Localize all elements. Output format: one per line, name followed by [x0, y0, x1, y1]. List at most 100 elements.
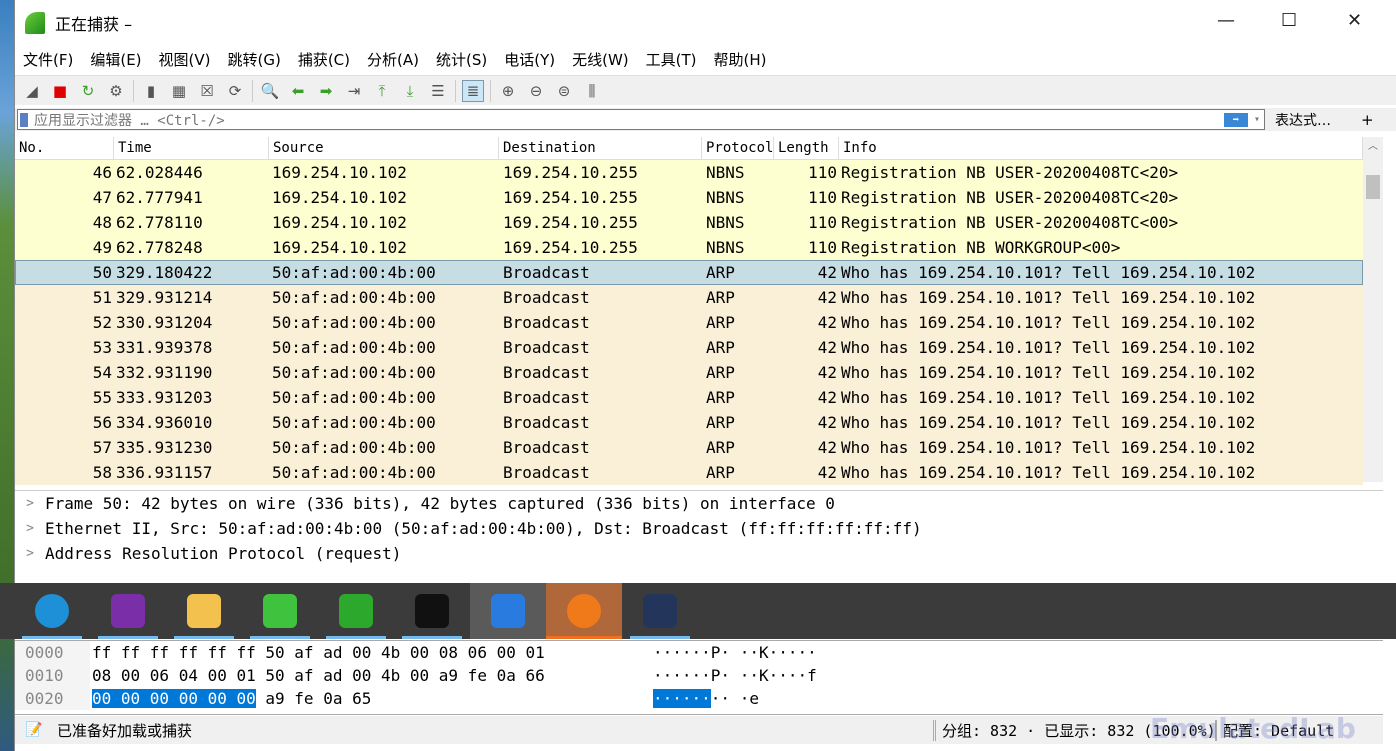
column-time[interactable]: Time: [114, 137, 269, 159]
packet-row[interactable]: 54 332.931190 50:af:ad:00:4b:00 Broadcast AR…: [15, 360, 1363, 385]
menu-item[interactable]: 分析(A): [367, 49, 419, 70]
packet-row[interactable]: 53 331.939378 50:af:ad:00:4b:00 Broadcast AR…: [15, 335, 1363, 360]
packet-row[interactable]: 47 62.777941 169.254.10.102 169.254.10.255 N…: [15, 185, 1363, 210]
filter-dropdown-icon[interactable]: ▾: [1254, 114, 1260, 125]
menu-item[interactable]: 帮助(H): [714, 49, 767, 70]
zoom-reset-icon[interactable]: ⊜: [553, 80, 575, 102]
add-filter-button[interactable]: +: [1361, 111, 1374, 129]
resize-columns-icon[interactable]: ⫼: [581, 80, 603, 102]
column-no[interactable]: No.: [15, 137, 114, 159]
hex-bytes[interactable]: 08 00 06 04 00 01 50 af ad 00 4b 00 a9 f…: [90, 664, 650, 687]
save-icon[interactable]: ▦: [168, 80, 190, 102]
packet-list-scrollbar[interactable]: ︿: [1363, 137, 1383, 482]
goto-icon[interactable]: ⇥: [343, 80, 365, 102]
packet-row[interactable]: 52 330.931204 50:af:ad:00:4b:00 Broadcast AR…: [15, 310, 1363, 335]
hex-bytes[interactable]: 00 00 00 00 00 00 a9 fe 0a 65: [90, 687, 650, 710]
packet-row[interactable]: 46 62.028446 169.254.10.102 169.254.10.255 N…: [15, 160, 1363, 185]
packet-row[interactable]: 58 336.931157 50:af:ad:00:4b:00 Broadcast AR…: [15, 460, 1363, 485]
shark-fin-icon[interactable]: ◢: [21, 80, 43, 102]
find-icon[interactable]: 🔍: [259, 80, 281, 102]
column-destination[interactable]: Destination: [499, 137, 702, 159]
packet-row[interactable]: 55 333.931203 50:af:ad:00:4b:00 Broadcast AR…: [15, 385, 1363, 410]
column-info[interactable]: Info: [839, 137, 1363, 159]
packet-row[interactable]: 57 335.931230 50:af:ad:00:4b:00 Broadcast AR…: [15, 435, 1363, 460]
menu-item[interactable]: 视图(V): [159, 49, 211, 70]
menu-item[interactable]: 统计(S): [436, 49, 487, 70]
minimize-button[interactable]: —: [1217, 10, 1235, 31]
stop-icon[interactable]: ■: [49, 80, 71, 102]
expand-icon[interactable]: >: [15, 491, 45, 516]
menu-item[interactable]: 捕获(C): [298, 49, 350, 70]
column-source[interactable]: Source: [269, 137, 499, 159]
taskbar-eye-app[interactable]: [318, 583, 394, 639]
expression-button[interactable]: 表达式…: [1275, 110, 1331, 130]
menu-item[interactable]: 跳转(G): [228, 49, 281, 70]
forward-icon[interactable]: ➡: [315, 80, 337, 102]
hex-ascii[interactable]: ········ ·e: [653, 687, 759, 710]
packet-dst: 169.254.10.255: [503, 238, 638, 257]
expert-info-icon[interactable]: 📝: [25, 722, 42, 738]
restart-icon[interactable]: ↻: [77, 80, 99, 102]
bookmark-icon[interactable]: [20, 112, 28, 127]
filter-placeholder: 应用显示过滤器 … <Ctrl-/>: [34, 112, 225, 129]
display-filter-input[interactable]: 应用显示过滤器 … <Ctrl-/> ➡ ▾: [17, 109, 1265, 130]
packet-src: 50:af:ad:00:4b:00: [272, 413, 436, 432]
autoscroll-icon[interactable]: ☰: [427, 80, 449, 102]
packet-len: 42: [817, 463, 837, 482]
options-icon[interactable]: ⚙: [105, 80, 127, 102]
packet-row[interactable]: 48 62.778110 169.254.10.102 169.254.10.255 N…: [15, 210, 1363, 235]
colorize-icon[interactable]: ≣: [462, 79, 484, 102]
expand-icon[interactable]: >: [15, 516, 45, 541]
zoom-out-icon[interactable]: ⊖: [525, 80, 547, 102]
packet-time: 333.931203: [116, 388, 213, 407]
running-indicator: [630, 636, 690, 639]
packet-row[interactable]: 56 334.936010 50:af:ad:00:4b:00 Broadcast AR…: [15, 410, 1363, 435]
packet-row[interactable]: 50 329.180422 50:af:ad:00:4b:00 Broadcast AR…: [15, 260, 1363, 285]
column-protocol[interactable]: Protocol: [702, 137, 774, 159]
hex-values: ff ff ff ff ff ff 50 af ad 00 4b 00 08 0…: [92, 643, 545, 662]
packet-len: 110: [808, 188, 837, 207]
menu-item[interactable]: 文件(F): [23, 49, 73, 70]
taskbar-cat-app[interactable]: [622, 583, 698, 639]
detail-arp[interactable]: > Address Resolution Protocol (request): [15, 541, 1383, 566]
first-icon[interactable]: ⤒: [371, 80, 393, 102]
apply-filter-button[interactable]: ➡: [1223, 112, 1248, 127]
taskbar-onenote[interactable]: [90, 583, 166, 639]
packet-proto: ARP: [706, 388, 735, 407]
expand-icon[interactable]: >: [15, 541, 45, 566]
detail-frame[interactable]: > Frame 50: 42 bytes on wire (336 bits), …: [15, 491, 1383, 516]
open-icon[interactable]: ▮: [140, 80, 162, 102]
reload-icon[interactable]: ⟳: [224, 80, 246, 102]
taskbar-wechat[interactable]: [242, 583, 318, 639]
hex-highlight: 00 00 00 00 00 00: [92, 689, 256, 708]
hex-ascii[interactable]: ······P· ··K·····: [653, 641, 817, 664]
hex-ascii[interactable]: ······P· ··K····f: [653, 664, 817, 687]
menu-item[interactable]: 电话(Y): [504, 49, 555, 70]
taskbar-firefox[interactable]: [546, 583, 622, 639]
taskbar-file-explorer[interactable]: [166, 583, 242, 639]
packet-proto: ARP: [706, 363, 735, 382]
last-icon[interactable]: ⤓: [399, 80, 421, 102]
back-icon[interactable]: ⬅: [287, 80, 309, 102]
detail-ethernet[interactable]: > Ethernet II, Src: 50:af:ad:00:4b:00 (50…: [15, 516, 1383, 541]
menu-item[interactable]: 编辑(E): [90, 49, 141, 70]
menu-item[interactable]: 无线(W): [572, 49, 629, 70]
packet-dst: Broadcast: [503, 463, 590, 482]
packet-row[interactable]: 49 62.778248 169.254.10.102 169.254.10.255 N…: [15, 235, 1363, 260]
hex-bytes[interactable]: ff ff ff ff ff ff 50 af ad 00 4b 00 08 0…: [90, 641, 650, 664]
zoom-in-icon[interactable]: ⊕: [497, 80, 519, 102]
profile[interactable]: 配置: Default: [1215, 719, 1334, 741]
close-file-icon[interactable]: ☒: [196, 80, 218, 102]
packet-count: 分组: 832 · 已显示: 832 (100.0%): [933, 719, 1216, 741]
running-indicator: [546, 636, 622, 639]
maximize-button[interactable]: ☐: [1281, 10, 1297, 31]
taskbar-edge[interactable]: [14, 583, 90, 639]
close-button[interactable]: ✕: [1347, 10, 1362, 31]
packet-time: 336.931157: [116, 463, 213, 482]
menu-item[interactable]: 工具(T): [646, 49, 697, 70]
taskbar-wireshark[interactable]: [470, 583, 546, 639]
scrollbar-thumb[interactable]: [1366, 175, 1380, 199]
taskbar-terminal[interactable]: [394, 583, 470, 639]
column-length[interactable]: Length: [774, 137, 839, 159]
packet-row[interactable]: 51 329.931214 50:af:ad:00:4b:00 Broadcast AR…: [15, 285, 1363, 310]
